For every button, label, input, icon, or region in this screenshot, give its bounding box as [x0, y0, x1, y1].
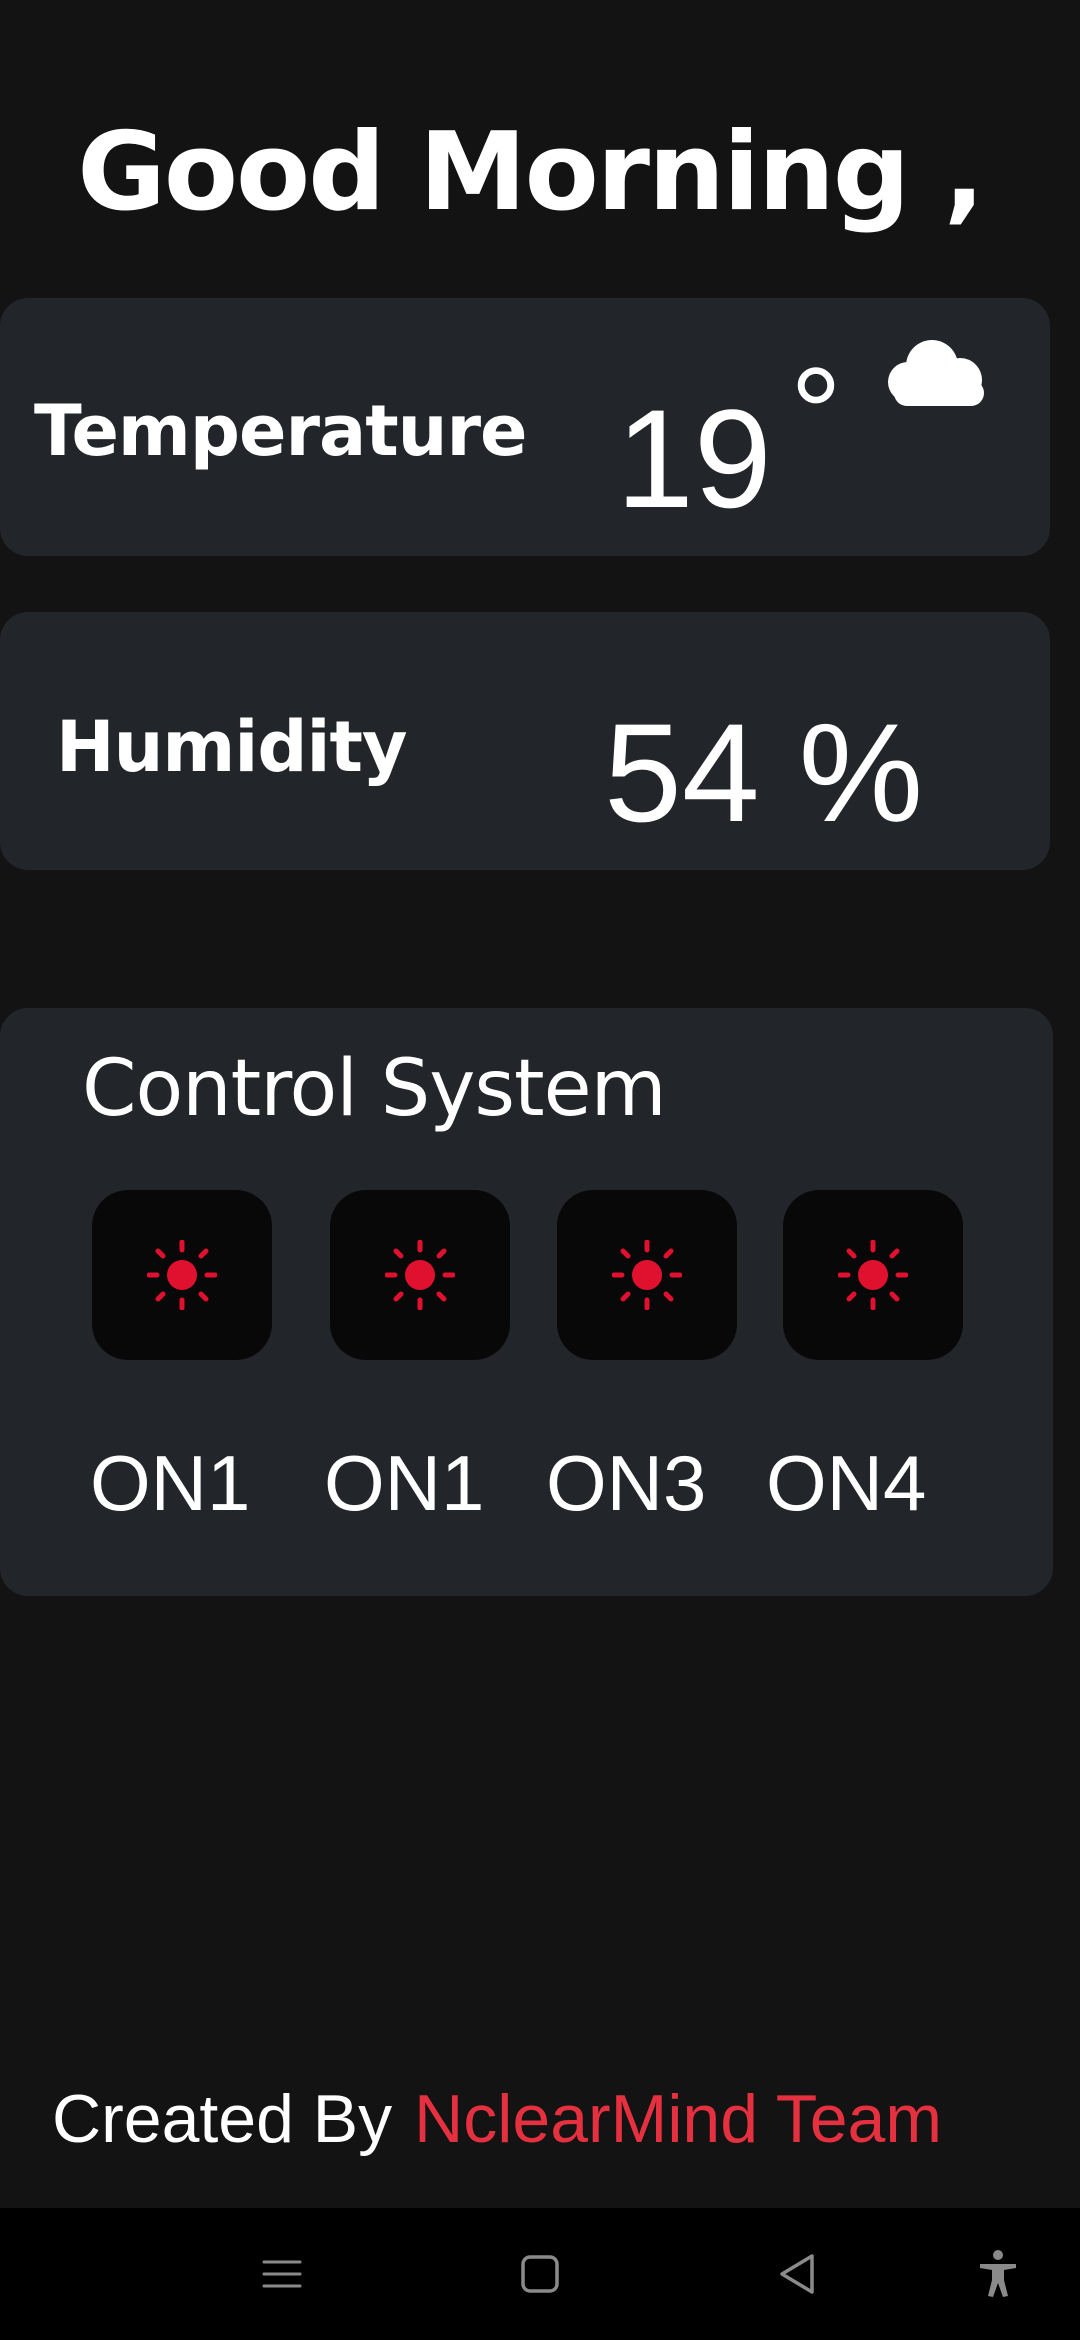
- cloud-icon: [888, 340, 984, 406]
- app-screen: Good Morning , Temperature 19 ° Humidity…: [0, 0, 1080, 2340]
- switch-button-4[interactable]: [783, 1190, 963, 1360]
- greeting-title: Good Morning ,: [77, 110, 985, 235]
- sun-icon: [147, 1240, 217, 1310]
- sun-icon: [385, 1240, 455, 1310]
- back-icon[interactable]: [770, 2246, 826, 2302]
- switch-label-1: ON1: [90, 1439, 251, 1527]
- accessibility-icon[interactable]: [970, 2246, 1026, 2302]
- temperature-unit: °: [790, 340, 842, 486]
- switch-button-1[interactable]: [92, 1190, 272, 1360]
- switch-label-2: ON1: [324, 1439, 485, 1527]
- humidity-label: Humidity: [56, 706, 408, 788]
- switch-label-4: ON4: [766, 1439, 927, 1527]
- switch-button-3[interactable]: [557, 1190, 737, 1360]
- sun-icon: [838, 1240, 908, 1310]
- temperature-value: 19: [616, 380, 772, 537]
- temperature-label: Temperature: [34, 390, 528, 472]
- switch-button-2[interactable]: [330, 1190, 510, 1360]
- control-system-title: Control System: [82, 1044, 667, 1134]
- system-navigation-bar: [0, 2208, 1080, 2340]
- temperature-card: Temperature 19 °: [0, 298, 1050, 556]
- humidity-card: Humidity 54 %: [0, 612, 1050, 870]
- control-system-card: Control System ON1 ON1 ON3 ON4: [0, 1008, 1053, 1596]
- home-icon[interactable]: [512, 2246, 568, 2302]
- humidity-value: 54 %: [604, 694, 924, 851]
- footer-prefix: Created By: [52, 2081, 393, 2157]
- switch-label-3: ON3: [546, 1439, 707, 1527]
- footer-team-name: NclearMind Team: [414, 2081, 943, 2157]
- footer-credit: Created By NclearMind Team: [52, 2080, 942, 2158]
- sun-icon: [612, 1240, 682, 1310]
- menu-icon[interactable]: [254, 2246, 310, 2302]
